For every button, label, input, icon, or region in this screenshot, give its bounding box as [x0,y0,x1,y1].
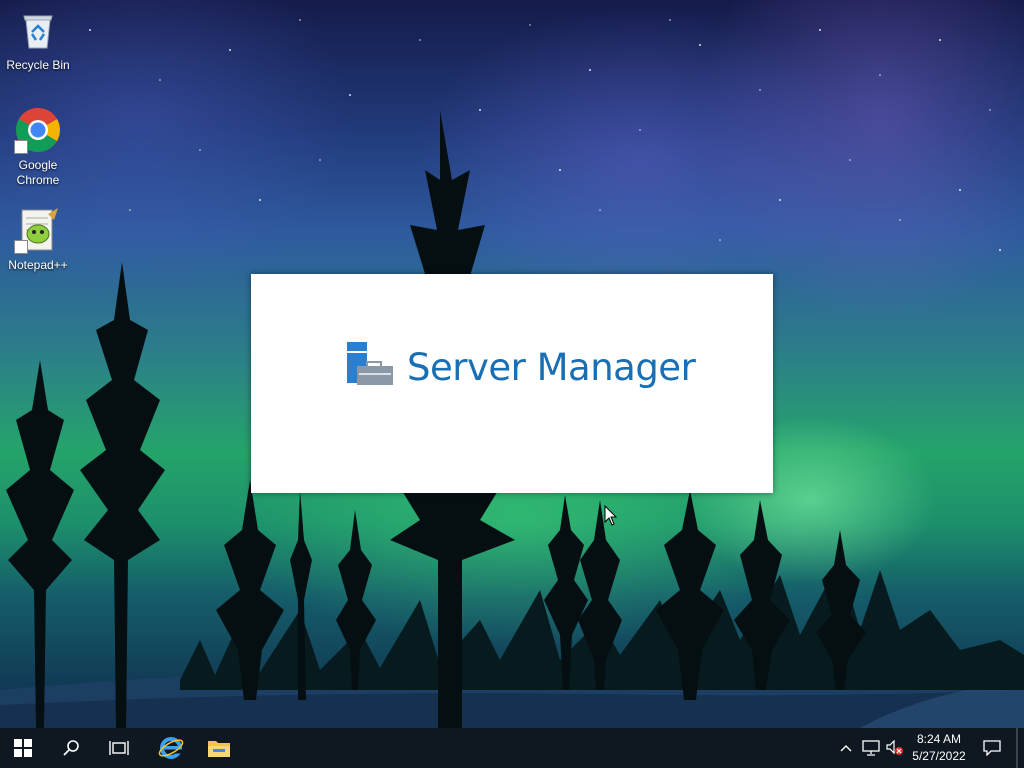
network-button[interactable] [860,728,882,768]
clock-time: 8:24 AM [916,732,962,746]
start-button[interactable] [0,728,46,768]
show-hidden-icons-button[interactable] [836,728,856,768]
internet-explorer-icon [158,737,184,759]
show-desktop-button[interactable] [1016,728,1018,768]
taskbar: 8:24 AM 5/27/2022 [0,728,1024,768]
server-manager-splash: Server Manager [251,274,773,493]
desktop-icon-google-chrome[interactable]: Google Chrome [0,106,76,188]
volume-button[interactable] [884,728,906,768]
shortcut-arrow-icon [14,140,28,154]
mouse-cursor-icon [604,505,618,526]
notepadpp-icon [14,206,62,254]
chevron-up-icon [840,745,852,752]
action-center-button[interactable] [978,728,1006,768]
notification-icon [983,740,1001,756]
shortcut-arrow-icon [14,240,28,254]
file-explorer-icon [208,741,230,757]
volume-muted-icon [886,740,903,755]
taskbar-file-explorer[interactable] [196,728,242,768]
search-icon [63,740,79,756]
task-view-button[interactable] [96,728,142,768]
desktop-icon-label: Notepad++ [8,258,68,272]
windows-start-icon [14,739,32,757]
task-view-icon [109,741,129,755]
desktop-icon-label: Google Chrome [16,158,60,187]
desktop-background: Recycle Bin Google Chrome Notepad++ Serv… [0,0,1024,728]
server-manager-icon [345,340,395,391]
splash-title: Server Manager [407,346,696,389]
desktop-icon-notepadpp[interactable]: Notepad++ [0,206,76,273]
recycle-bin-icon [14,6,62,54]
search-button[interactable] [48,728,94,768]
taskbar-internet-explorer[interactable] [148,728,194,768]
chrome-icon [14,106,62,154]
taskbar-clock[interactable]: 8:24 AM 5/27/2022 [904,731,974,765]
network-icon [862,740,880,756]
desktop-icon-label: Recycle Bin [6,58,70,72]
clock-date: 5/27/2022 [912,749,966,763]
desktop-icon-recycle-bin[interactable]: Recycle Bin [0,6,76,73]
